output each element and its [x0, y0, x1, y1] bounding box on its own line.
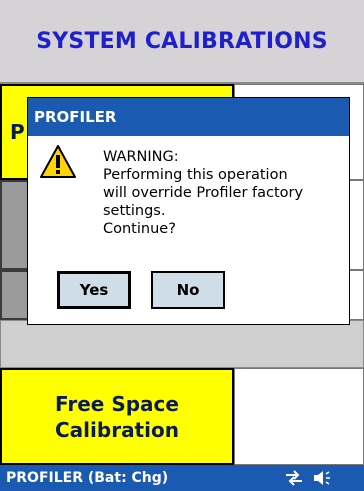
taskbar-label[interactable]: PROFILER (Bat: Chg): [6, 470, 168, 486]
spacer-row: [0, 320, 364, 368]
no-button[interactable]: No: [151, 271, 225, 309]
dialog-titlebar: PROFILER: [28, 98, 349, 136]
volume-icon[interactable]: [312, 469, 334, 491]
warning-icon: [39, 144, 77, 180]
calibration-tile-bottom-right[interactable]: [234, 368, 364, 465]
yes-button[interactable]: Yes: [57, 271, 131, 309]
tile-label-partial: P: [10, 120, 25, 144]
warning-dialog: PROFILER WARNING: Performing this operat…: [27, 97, 350, 325]
dialog-title: PROFILER: [34, 108, 117, 126]
free-space-calibration-tile[interactable]: Free Space Calibration: [0, 368, 234, 465]
free-space-label-line1: Free Space: [55, 391, 179, 416]
dialog-message: WARNING: Performing this operation will …: [103, 149, 304, 237]
free-space-label-line2: Calibration: [55, 417, 179, 442]
free-space-calibration-label: Free Space Calibration: [2, 370, 232, 463]
taskbar: PROFILER (Bat: Chg): [0, 465, 364, 491]
header: SYSTEM CALIBRATIONS: [0, 0, 364, 84]
page-title: SYSTEM CALIBRATIONS: [36, 28, 328, 54]
connectivity-icon[interactable]: [284, 469, 304, 491]
